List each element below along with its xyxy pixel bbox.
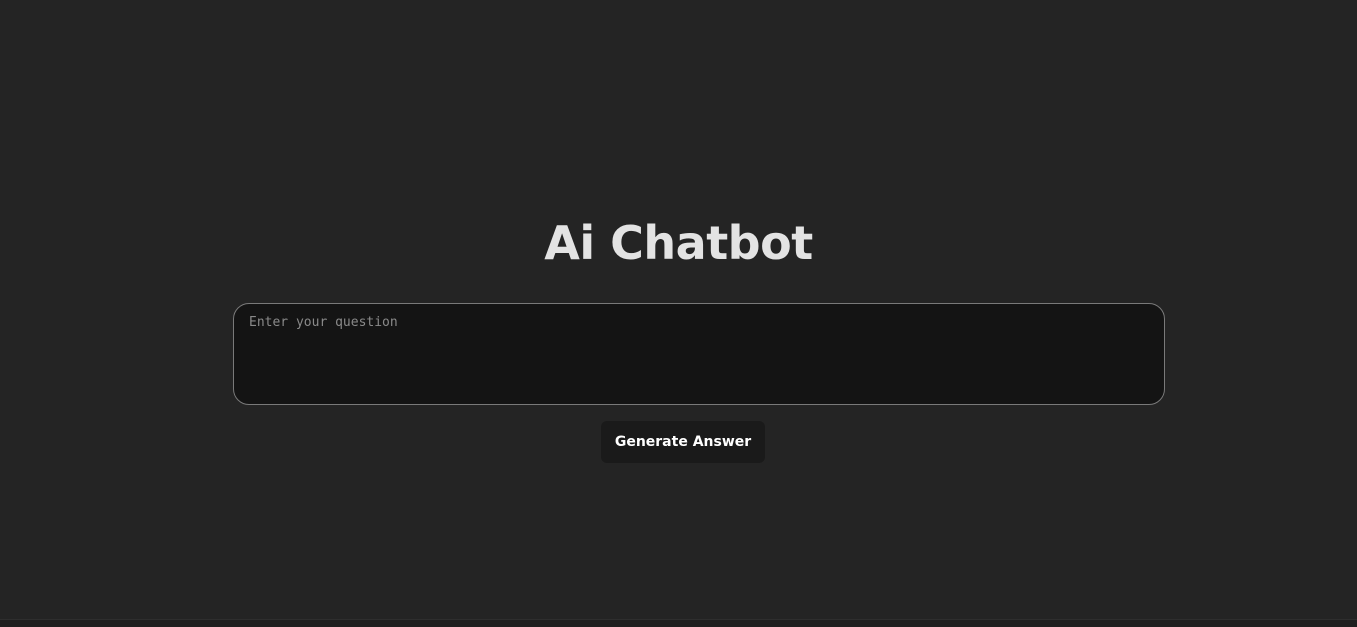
- question-input[interactable]: [233, 303, 1165, 405]
- bottom-status-strip: [0, 619, 1357, 627]
- generate-answer-button[interactable]: Generate Answer: [601, 421, 765, 463]
- page-title: Ai Chatbot: [544, 216, 813, 270]
- chatbot-page: Ai Chatbot Generate Answer: [0, 0, 1357, 627]
